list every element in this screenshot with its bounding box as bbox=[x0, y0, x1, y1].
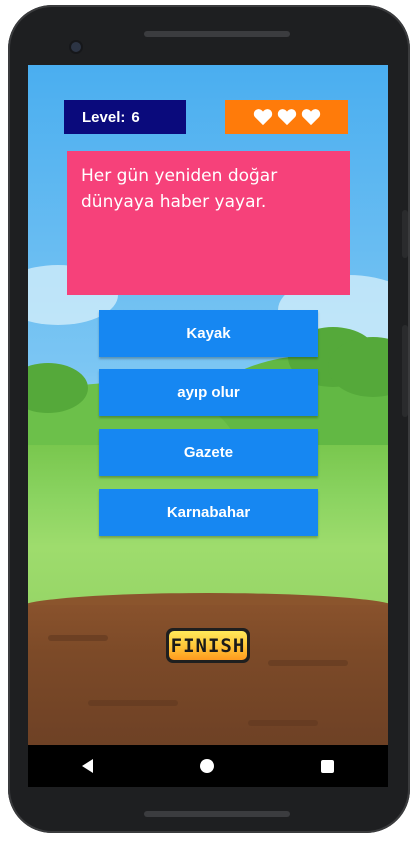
lives-indicator bbox=[225, 100, 348, 134]
level-label: Level: bbox=[82, 108, 126, 126]
answer-button-2[interactable]: ayıp olur bbox=[99, 369, 318, 416]
power-button bbox=[402, 210, 408, 258]
front-camera-icon bbox=[71, 42, 81, 52]
finish-label: FINISH bbox=[169, 631, 247, 660]
back-triangle-icon[interactable] bbox=[81, 759, 93, 773]
riddle-card: Her gün yeniden doğar dünyaya haber yaya… bbox=[67, 151, 350, 295]
dirt-streak bbox=[48, 635, 108, 641]
top-speaker bbox=[144, 31, 290, 37]
dirt-streak bbox=[268, 660, 348, 666]
home-circle-icon[interactable] bbox=[199, 759, 214, 773]
answer-button-4[interactable]: Karnabahar bbox=[99, 489, 318, 536]
volume-button bbox=[402, 325, 408, 417]
dirt-streak bbox=[88, 700, 178, 706]
level-indicator: Level: 6 bbox=[64, 100, 186, 134]
heart-icon bbox=[301, 109, 320, 126]
android-nav-bar bbox=[28, 745, 388, 787]
finish-button[interactable]: FINISH bbox=[166, 628, 250, 663]
riddle-text: Her gün yeniden doğar dünyaya haber yaya… bbox=[81, 166, 278, 212]
bottom-speaker bbox=[144, 811, 290, 817]
dirt-streak bbox=[248, 720, 318, 726]
answer-button-1[interactable]: Kayak bbox=[99, 310, 318, 357]
game-screen: Level: 6 Her gün yeniden doğar dünyaya h… bbox=[28, 65, 388, 745]
recent-square-icon[interactable] bbox=[321, 759, 335, 773]
heart-icon bbox=[277, 109, 296, 126]
heart-icon bbox=[253, 109, 272, 126]
answer-button-3[interactable]: Gazete bbox=[99, 429, 318, 476]
level-value: 6 bbox=[131, 108, 140, 126]
dirt-ground bbox=[28, 605, 388, 745]
